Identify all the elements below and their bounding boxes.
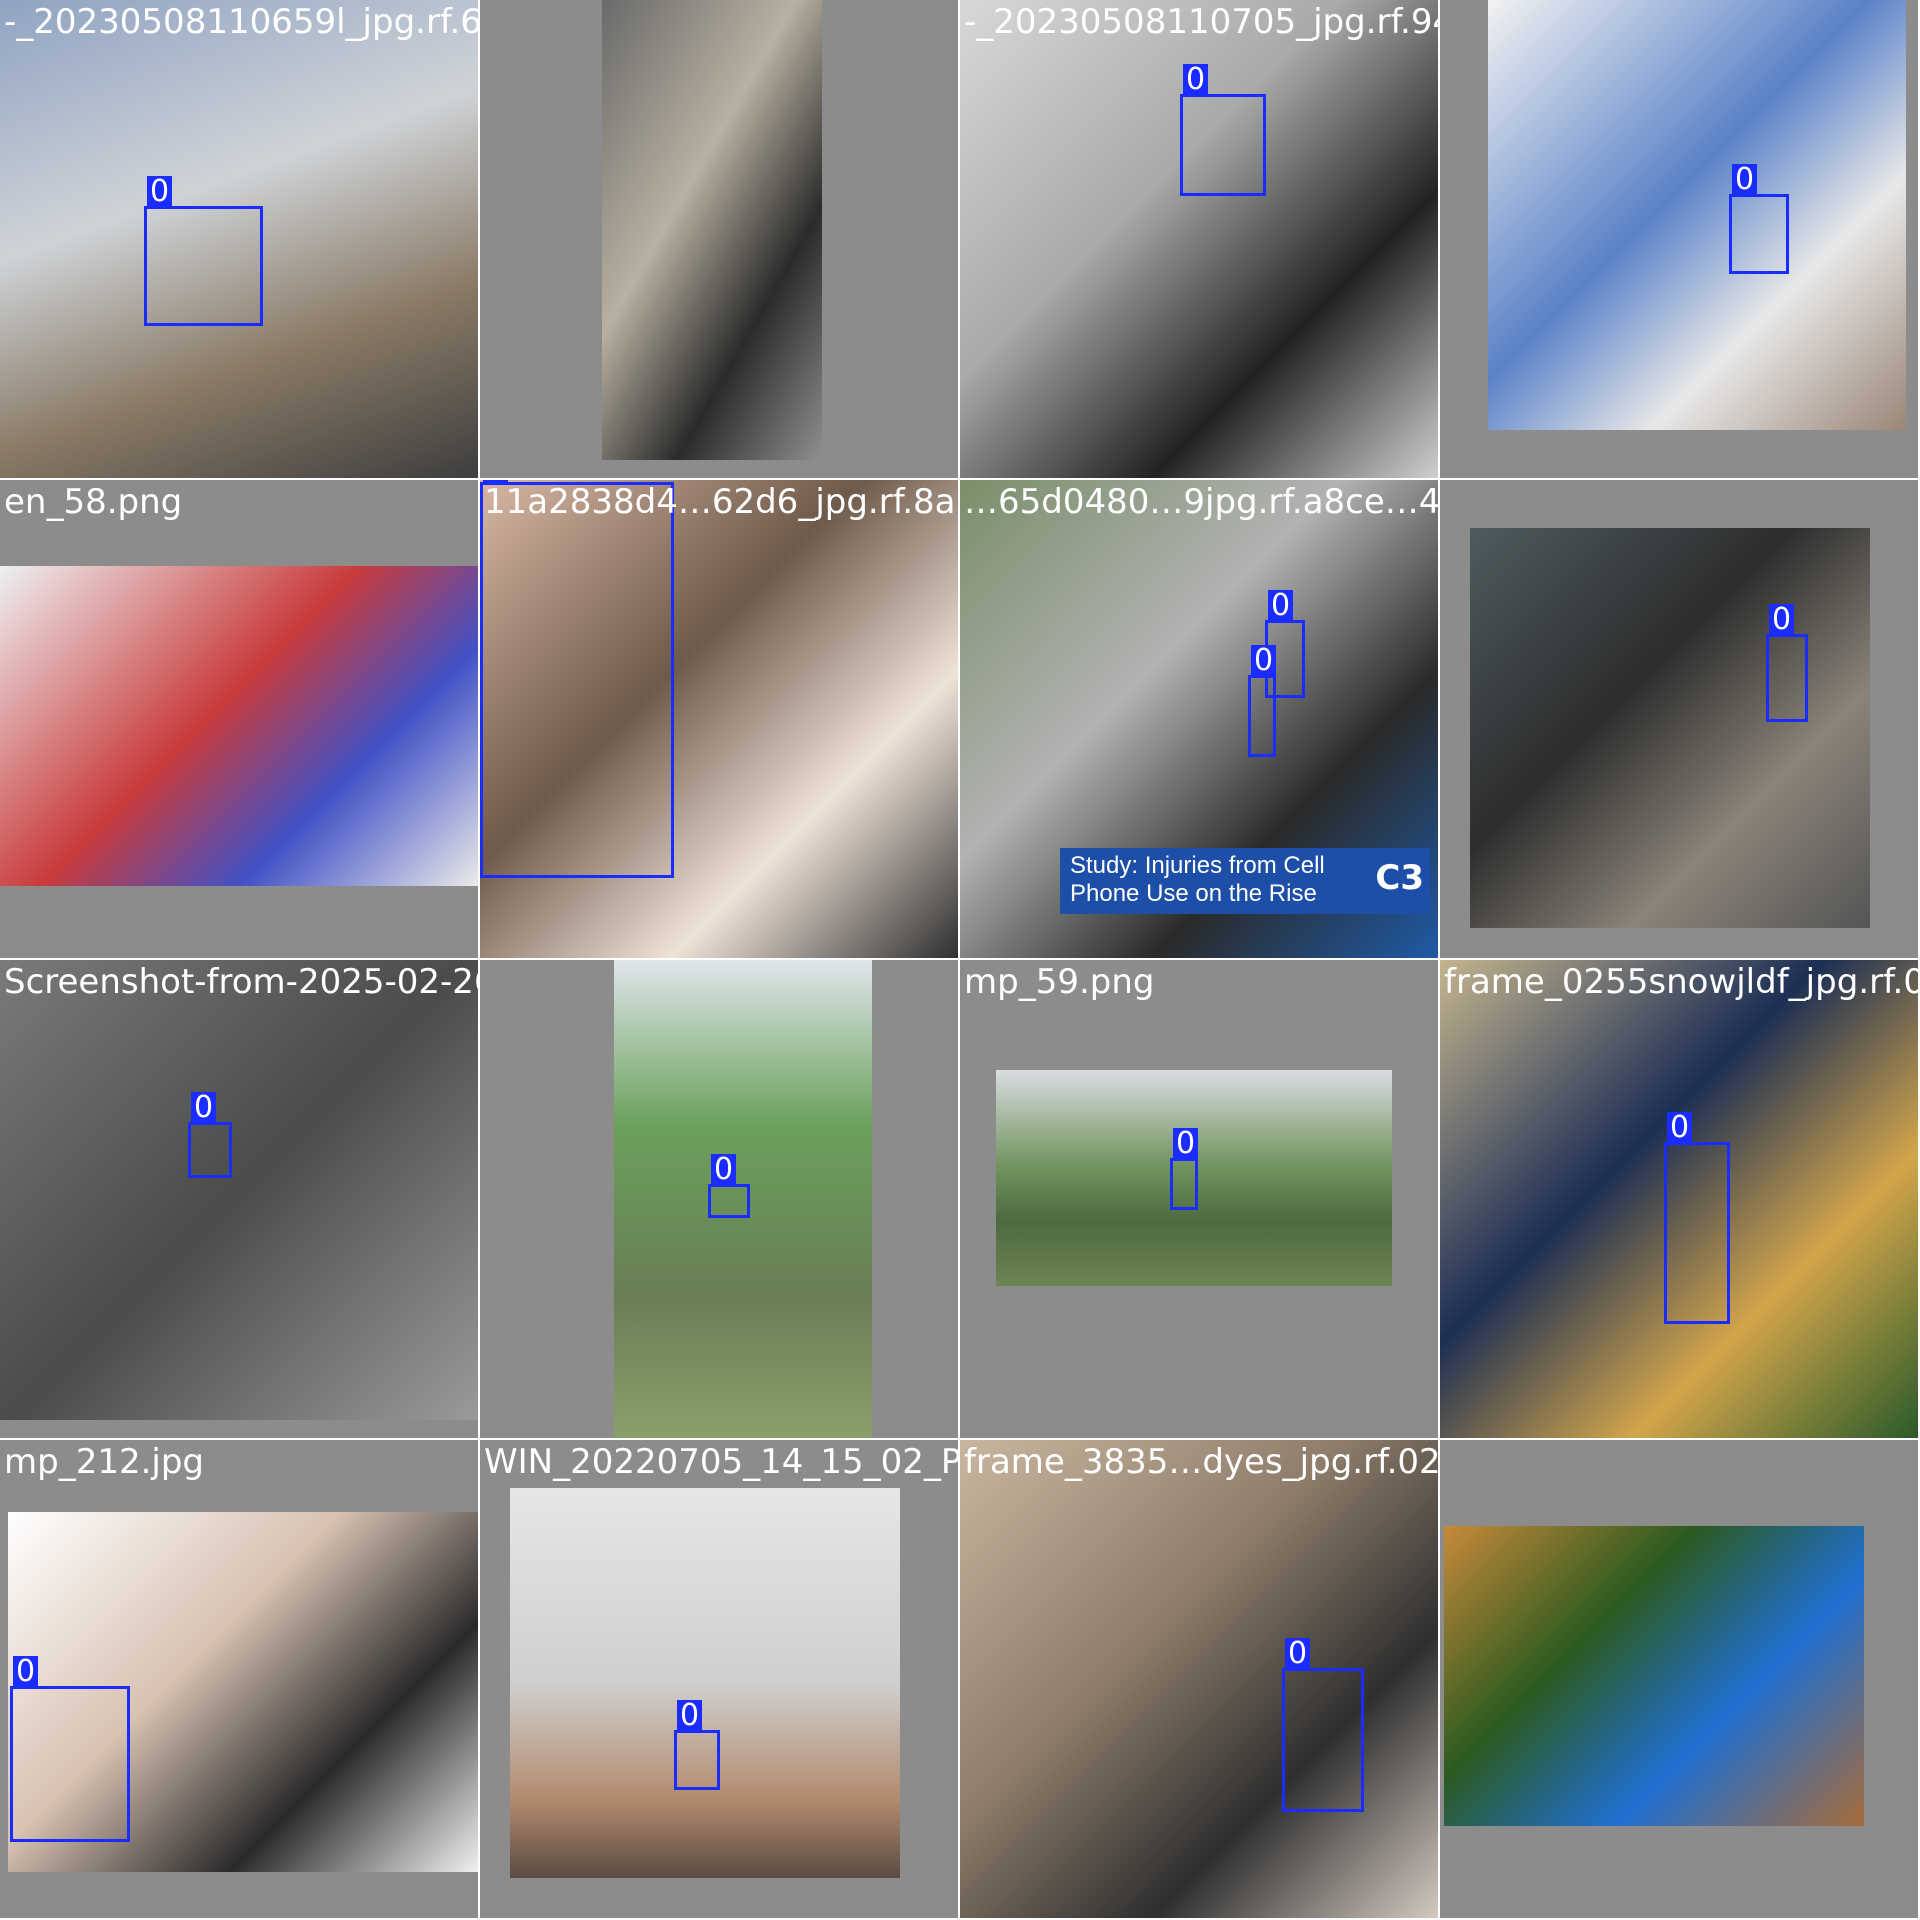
class-tag: 0 [1732, 164, 1758, 196]
class-tag: 0 [1285, 1638, 1311, 1670]
class-tag: 0 [677, 1700, 703, 1732]
tile-filename: frame_0255snowjldf_jpg.rf.0 [1444, 962, 1920, 1002]
photo [960, 1440, 1438, 1918]
tile-7[interactable]: 0 0 Study: Injuries from Cell Phone Use … [960, 480, 1440, 960]
tile-12[interactable]: 0 frame_0255snowjldf_jpg.rf.0 [1440, 960, 1920, 1440]
tile-13[interactable]: 0 mp_212.jpg [0, 1440, 480, 1920]
photo [1444, 1526, 1864, 1826]
bounding-box: 0 [674, 1700, 720, 1790]
tile-16[interactable] [1440, 1440, 1920, 1920]
tile-4[interactable]: 0 [1440, 0, 1920, 480]
bounding-box: 0 [144, 176, 263, 326]
tile-filename: frame_3835…dyes_jpg.rf.024354…28097…c764 [964, 1442, 1440, 1482]
bounding-box: 0 [1248, 645, 1277, 757]
photo [0, 960, 478, 1420]
tile-15[interactable]: 0 frame_3835…dyes_jpg.rf.024354…28097…c7… [960, 1440, 1440, 1920]
class-tag: 0 [1183, 64, 1209, 96]
tile-filename: 11a2838d4…62d6_jpg.rf.8a [484, 482, 956, 522]
tile-9[interactable]: 0 Screenshot-from-2025-02-26-14-18-47…g.… [0, 960, 480, 1440]
tile-filename: …65d0480…9jpg.rf.a8ce…4…33…jpg.rf.ace7fd [964, 482, 1440, 522]
photo [0, 566, 478, 886]
photo [510, 1488, 900, 1878]
class-tag: 0 [1268, 590, 1294, 622]
bounding-box: 0 [1180, 64, 1266, 196]
tile-6[interactable]: 0 11a2838d4…62d6_jpg.rf.8a [480, 480, 960, 960]
tile-filename: -_20230508110705_jpg.rf.94d5…03…1…462_jp… [964, 2, 1438, 42]
photo [1470, 528, 1870, 928]
class-tag: 0 [1251, 645, 1277, 677]
tile-5[interactable]: en_58.png [0, 480, 480, 960]
tile-2[interactable] [480, 0, 960, 480]
tile-14[interactable]: 0 WIN_20220705_14_15_02_Pro… [480, 1440, 960, 1920]
tile-1[interactable]: 0 -_20230508110659l_jpg.rf.60762…7c…6782… [0, 0, 480, 480]
class-tag: 0 [13, 1656, 39, 1688]
bounding-box: 0 [1766, 604, 1808, 722]
caption-line: Phone Use on the Rise [1070, 880, 1317, 907]
tile-8[interactable]: 0 [1440, 480, 1920, 960]
photo [1488, 0, 1906, 430]
tile-3[interactable]: 0 -_20230508110705_jpg.rf.94d5…03…1…462_… [960, 0, 1440, 480]
caption-line: Study: Injuries from Cell [1070, 852, 1325, 879]
bounding-box: 0 [1170, 1128, 1199, 1210]
class-tag: 0 [711, 1154, 737, 1186]
tile-filename: WIN_20220705_14_15_02_Pro… [484, 1442, 960, 1482]
tile-filename: mp_212.jpg [4, 1442, 205, 1482]
tile-11[interactable]: 0 mp_59.png [960, 960, 1440, 1440]
tile-filename: en_58.png [4, 482, 183, 522]
photo [602, 0, 822, 460]
class-tag: 0 [1667, 1112, 1693, 1144]
bounding-box: 0 [10, 1656, 130, 1842]
tile-filename: mp_59.png [964, 962, 1155, 1002]
bounding-box: 0 [480, 480, 674, 878]
bounding-box: 0 [1282, 1638, 1364, 1812]
channel-logo: C3 [1375, 858, 1424, 898]
bounding-box: 0 [1664, 1112, 1730, 1324]
detection-grid: 0 -_20230508110659l_jpg.rf.60762…7c…6782… [0, 0, 1920, 1920]
tile-10[interactable]: 0 [480, 960, 960, 1440]
bounding-box: 0 [1729, 164, 1789, 274]
bounding-box: 0 [708, 1154, 750, 1218]
class-tag: 0 [147, 176, 173, 208]
class-tag: 0 [1769, 604, 1795, 636]
tile-filename: Screenshot-from-2025-02-26-14-18-47…g.pn… [4, 962, 478, 1002]
class-tag: 0 [191, 1092, 217, 1124]
class-tag: 0 [1173, 1128, 1199, 1160]
tile-filename: -_20230508110659l_jpg.rf.60762…7c…6782e1 [4, 2, 480, 42]
bounding-box: 0 [188, 1092, 232, 1178]
